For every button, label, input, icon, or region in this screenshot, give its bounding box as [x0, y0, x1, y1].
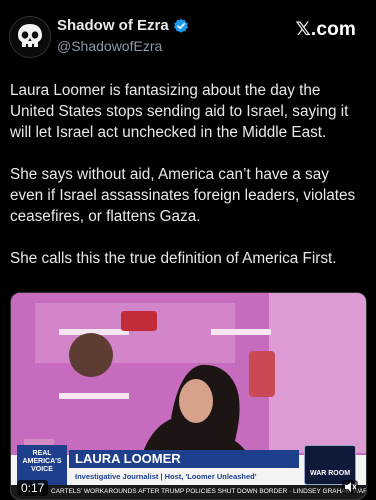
tweet-paragraph-3: She calls this the true definition of Am…: [10, 250, 337, 267]
author-name-row: Shadow of Ezra: [57, 17, 189, 34]
author-handle[interactable]: @ShadowofEzra: [57, 38, 162, 54]
lower-third-name: LAURA LOOMER: [69, 450, 299, 468]
speaker-icon[interactable]: [342, 480, 358, 494]
verified-badge-icon: [173, 18, 189, 34]
skull-avatar-icon[interactable]: [9, 16, 51, 58]
video-player[interactable]: REAL AMERICA'S VOICE LAURA LOOMER Invest…: [10, 292, 367, 500]
video-timestamp: 0:17: [17, 480, 49, 496]
tweet-paragraph-2: She says without aid, America can’t have…: [10, 166, 356, 225]
show-logo: WAR ROOM: [304, 445, 356, 485]
channel-logo: REAL AMERICA'S VOICE: [17, 445, 67, 485]
tweet-header: Shadow of Ezra @ShadowofEzra 𝕏.com: [0, 0, 376, 70]
x-brand-label: 𝕏.com: [295, 19, 356, 40]
tweet-body: Laura Loomer is fantasizing about the da…: [10, 80, 362, 290]
tweet-paragraph-1: Laura Loomer is fantasizing about the da…: [10, 82, 349, 141]
author-display-name[interactable]: Shadow of Ezra: [57, 17, 169, 34]
lower-third-title: Investigative Journalist | Host, 'Loomer…: [75, 472, 257, 481]
news-ticker: CARTELS' WORKAROUNDS AFTER TRUMP POLICIE…: [11, 485, 366, 499]
